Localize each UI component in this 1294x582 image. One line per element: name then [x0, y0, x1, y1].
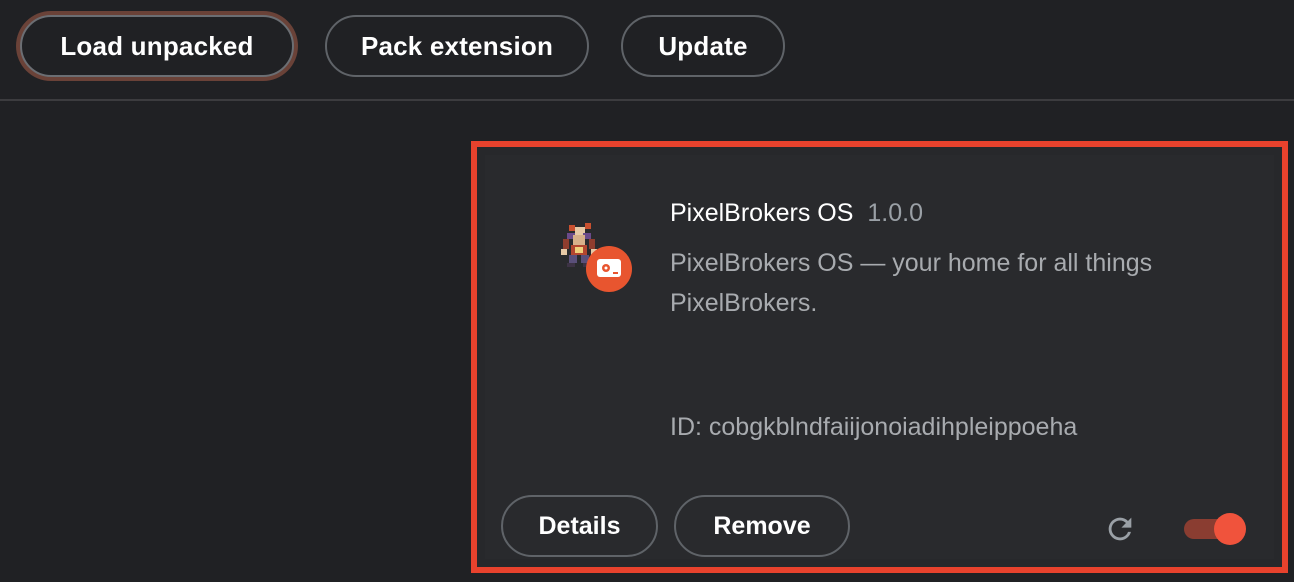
enable-toggle[interactable] — [1184, 511, 1248, 547]
update-button[interactable]: Update — [621, 15, 785, 77]
extension-description: PixelBrokers OS — your home for all thin… — [670, 249, 1153, 317]
details-button[interactable]: Details — [501, 495, 658, 557]
extension-title: PixelBrokers OS 1.0.0 — [670, 199, 923, 228]
extension-version: 1.0.0 — [867, 199, 923, 227]
reload-icon[interactable] — [1103, 512, 1137, 546]
load-unpacked-button[interactable]: Load unpacked — [20, 15, 294, 77]
extension-name: PixelBrokers OS — [670, 199, 854, 227]
remove-button[interactable]: Remove — [674, 495, 850, 557]
toggle-knob — [1214, 513, 1246, 545]
dev-toolbar: Load unpacked Pack extension Update — [0, 0, 1294, 101]
pack-extension-button[interactable]: Pack extension — [325, 15, 589, 77]
extension-id: ID: cobgkblndfaiijonoiadihpleippoeha — [670, 413, 1078, 441]
extension-card: PixelBrokers OS 1.0.0 PixelBrokers OS — y… — [471, 141, 1288, 573]
extension-card-body: PixelBrokers OS 1.0.0 PixelBrokers OS — y… — [485, 155, 1274, 559]
pixel-character-icon — [557, 221, 637, 301]
